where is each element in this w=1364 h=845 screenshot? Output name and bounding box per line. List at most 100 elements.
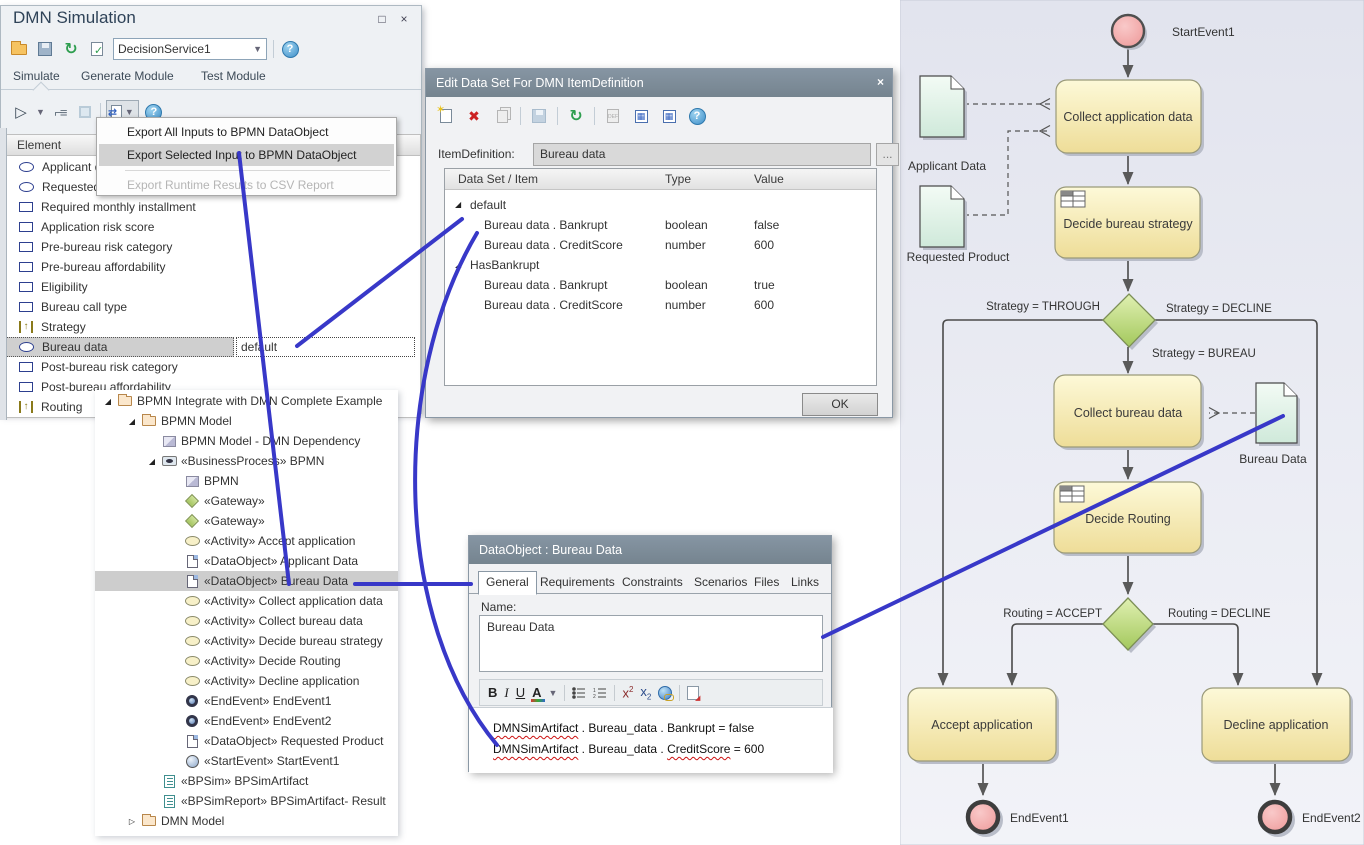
list-item-bureau-call-type[interactable]: Bureau call type (5, 297, 421, 317)
tree-item-applicant-data[interactable]: «DataObject» Applicant Data (95, 551, 398, 571)
task-collect-application[interactable]: Collect application data (1056, 80, 1201, 153)
tree-item-collect-bureau-data[interactable]: «Activity» Collect bureau data (95, 611, 398, 631)
tab-requirements[interactable]: Requirements (533, 572, 622, 595)
menu-item-export-selected[interactable]: Export Selected Input to BPMN DataObject (99, 144, 394, 166)
dataset-group-hasbankrupt[interactable]: ◢ HasBankrupt (445, 255, 876, 275)
run-button[interactable]: ▷ (11, 102, 31, 122)
refresh-button[interactable]: ↻ (61, 39, 81, 59)
tree-item-dmn-model-pkg[interactable]: ▷DMN Model (95, 811, 398, 831)
dialog-titlebar[interactable]: Edit Data Set For DMN ItemDefinition × (426, 69, 892, 97)
tree-item-root-package[interactable]: ◢BPMN Integrate with DMN Complete Exampl… (95, 391, 398, 411)
list-item-pre-bureau-risk[interactable]: Pre-bureau risk category (5, 237, 421, 257)
expander-icon[interactable]: ◢ (455, 200, 461, 209)
font-color-button[interactable]: A (532, 685, 541, 700)
run-dropdown[interactable]: ▼ (36, 107, 45, 117)
step-button[interactable]: ⌐≡ (50, 102, 70, 122)
end-event-2-node[interactable] (1260, 802, 1290, 832)
task-decide-bureau-strategy[interactable]: Decide bureau strategy (1055, 187, 1200, 258)
dataset-table-header[interactable]: Data Set / Item Type Value (445, 169, 876, 190)
tree-item-requested-product[interactable]: «DataObject» Requested Product (95, 731, 398, 751)
tree-item-endevent2[interactable]: «EndEvent» EndEvent2 (95, 711, 398, 731)
hyperlink-button[interactable] (658, 686, 672, 700)
bullet-list-button[interactable] (572, 687, 586, 699)
expander-icon[interactable]: ▷ (124, 817, 140, 826)
tree-item-decide-bureau-strategy[interactable]: «Activity» Decide bureau strategy (95, 631, 398, 651)
window-titlebar[interactable]: DMN Simulation □ × (1, 6, 421, 32)
underline-button[interactable]: U (516, 685, 525, 700)
list-item-bureau-data[interactable]: Bureau data default (5, 337, 421, 357)
stop-button[interactable] (75, 102, 95, 122)
list-item-application-risk-score[interactable]: Application risk score (5, 217, 421, 237)
dataset-row[interactable]: Bureau data . CreditScorenumber600 (445, 235, 876, 255)
tab-files[interactable]: Files (747, 572, 786, 595)
dataset-row[interactable]: Bureau data . Bankruptbooleantrue (445, 275, 876, 295)
default-def-button[interactable]: DEF (603, 106, 623, 126)
tab-generate-module[interactable]: Generate Module (81, 69, 174, 83)
tab-links[interactable]: Links (784, 572, 826, 595)
dataset-group-default[interactable]: ◢ default (445, 195, 876, 215)
tree-item-gateway-1[interactable]: «Gateway» (95, 491, 398, 511)
decision-service-combobox[interactable]: DecisionService1 ▼ (113, 38, 267, 60)
task-collect-bureau[interactable]: Collect bureau data (1054, 375, 1201, 447)
validate-button[interactable] (87, 39, 107, 59)
save-button[interactable] (35, 39, 55, 59)
task-decide-routing[interactable]: Decide Routing (1054, 482, 1201, 553)
copy-dataset-button[interactable] (492, 106, 512, 126)
tree-item-businessprocess[interactable]: ◢«BusinessProcess» BPMN (95, 451, 398, 471)
document-button[interactable] (687, 686, 699, 700)
itemdefinition-field[interactable]: Bureau data (533, 143, 871, 166)
list-item-post-bureau-risk[interactable]: Post-bureau risk category (5, 357, 421, 377)
expander-icon[interactable]: ◢ (100, 397, 116, 406)
expander-icon[interactable]: ◢ (124, 417, 140, 426)
tree-item-dmn-dependency-diagram[interactable]: BPMN Model - DMN Dependency (95, 431, 398, 451)
delete-dataset-button[interactable]: ✖ (464, 106, 484, 126)
save-dataset-button[interactable] (529, 106, 549, 126)
dataset-row[interactable]: Bureau data . CreditScorenumber600 (445, 295, 876, 315)
tab-scenarios[interactable]: Scenarios (687, 572, 754, 595)
list-item-pre-bureau-affordability[interactable]: Pre-bureau affordability (5, 257, 421, 277)
menu-item-export-all[interactable]: Export All Inputs to BPMN DataObject (99, 121, 394, 143)
tree-item-bureau-data[interactable]: «DataObject» Bureau Data (95, 571, 398, 591)
end-event-1-node[interactable] (968, 802, 998, 832)
tree-item-bpmn-diagram[interactable]: BPMN (95, 471, 398, 491)
help-button[interactable]: ? (280, 39, 300, 59)
export-dataset-button[interactable]: ▦ (659, 106, 679, 126)
tab-general[interactable]: General (478, 571, 537, 595)
tree-item-bpmn-model-pkg[interactable]: ◢BPMN Model (95, 411, 398, 431)
ok-button[interactable]: OK (802, 393, 878, 416)
maximize-button[interactable]: □ (375, 13, 389, 27)
tree-item-endevent1[interactable]: «EndEvent» EndEvent1 (95, 691, 398, 711)
tree-item-collect-application-data[interactable]: «Activity» Collect application data (95, 591, 398, 611)
chevron-down-icon[interactable]: ▼ (549, 688, 558, 698)
refresh-dataset-button[interactable]: ↻ (566, 106, 586, 126)
open-button[interactable] (9, 39, 29, 59)
superscript-button[interactable]: x2 (622, 685, 633, 700)
tab-constraints[interactable]: Constraints (615, 572, 690, 595)
list-item-eligibility[interactable]: Eligibility (5, 277, 421, 297)
tree-item-decline-application[interactable]: «Activity» Decline application (95, 671, 398, 691)
new-dataset-button[interactable] (436, 106, 456, 126)
task-decline-application[interactable]: Decline application (1202, 688, 1350, 761)
tree-item-startevent1[interactable]: «StartEvent» StartEvent1 (95, 751, 398, 771)
start-event-node[interactable] (1112, 15, 1144, 47)
numbered-list-button[interactable]: 12 (593, 687, 607, 699)
notes-area[interactable]: DMNSimArtifact . Bureau_data . Bankrupt … (469, 707, 833, 773)
tree-item-gateway-2[interactable]: «Gateway» (95, 511, 398, 531)
dataset-value-cell[interactable]: default (236, 337, 415, 357)
tree-item-accept-application[interactable]: «Activity» Accept application (95, 531, 398, 551)
expander-icon[interactable]: ◢ (455, 260, 461, 269)
tree-item-decide-routing[interactable]: «Activity» Decide Routing (95, 651, 398, 671)
task-accept-application[interactable]: Accept application (908, 688, 1056, 761)
name-field[interactable]: Bureau Data (479, 615, 823, 672)
tab-test-module[interactable]: Test Module (201, 69, 266, 83)
menu-item-export-runtime[interactable]: Export Runtime Results to CSV Report (99, 174, 394, 196)
tree-item-bpsim-report[interactable]: «BPSimReport» BPSimArtifact- Result (95, 791, 398, 811)
help-button[interactable]: ? (687, 106, 707, 126)
close-button[interactable]: × (397, 13, 411, 27)
import-dataset-button[interactable]: ▦ (631, 106, 651, 126)
subscript-button[interactable]: x2 (640, 684, 651, 702)
dataset-row[interactable]: Bureau data . Bankruptbooleanfalse (445, 215, 876, 235)
tab-simulate[interactable]: Simulate (13, 69, 60, 83)
close-icon[interactable]: × (877, 75, 884, 89)
dialog-titlebar[interactable]: DataObject : Bureau Data (469, 536, 831, 564)
